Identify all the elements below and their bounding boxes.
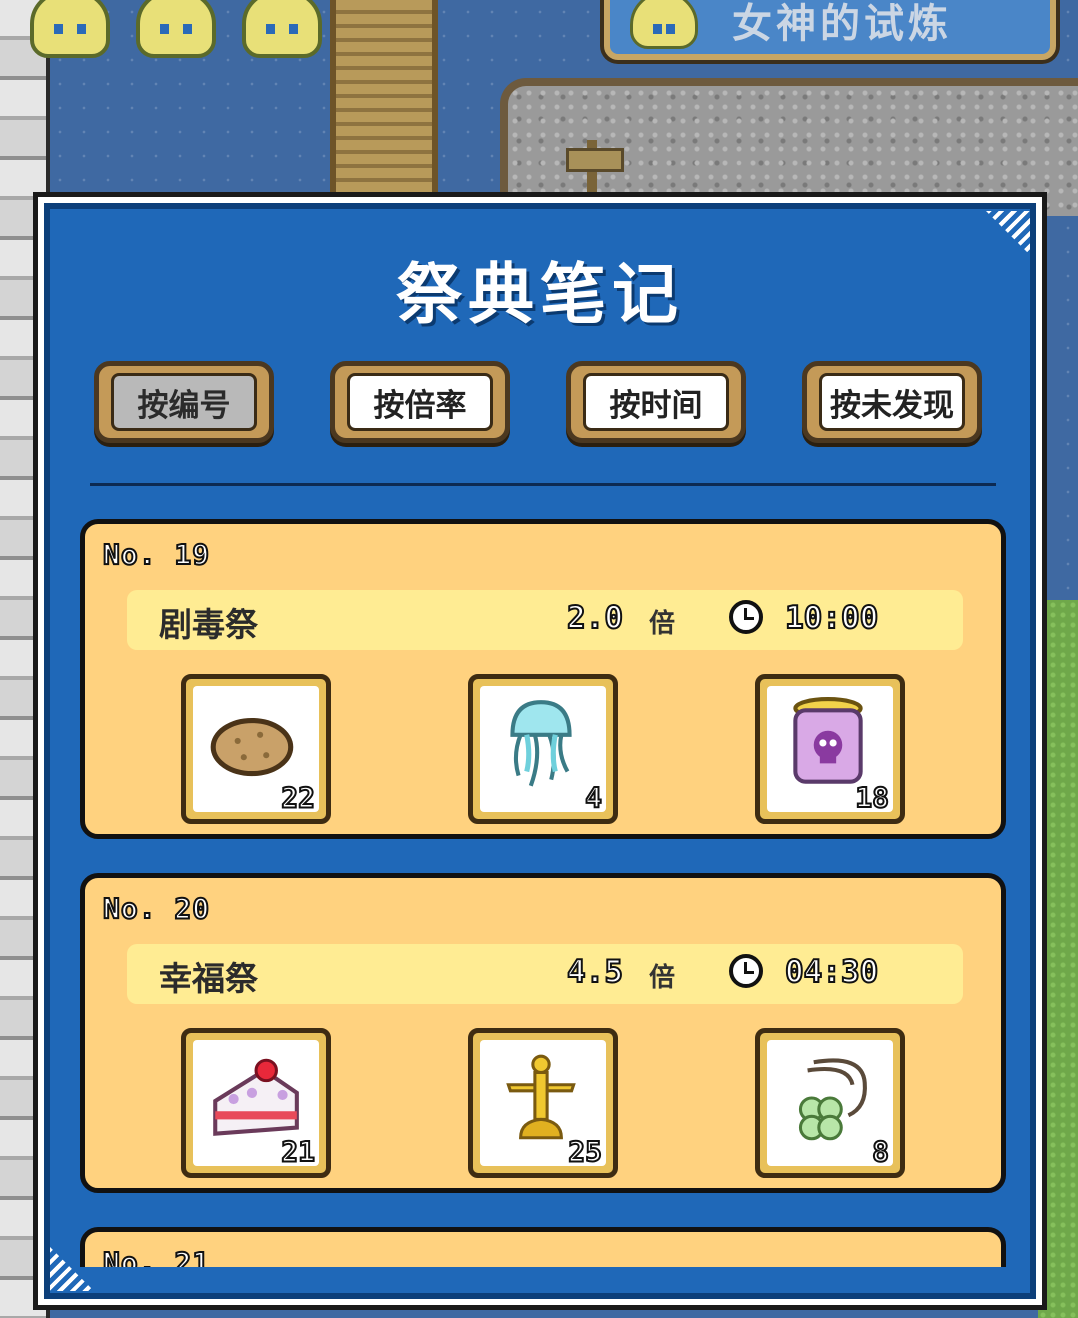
panel-title: 祭典笔记: [396, 256, 684, 333]
party-member-avatar: [242, 0, 322, 58]
party-member-avatar: [136, 0, 216, 58]
festival-time: 04:30: [784, 953, 879, 991]
festival-card[interactable]: No. 20 幸福祭 4.5 倍 04:30 21 25 8: [80, 873, 1006, 1193]
festival-name: 幸福祭: [159, 959, 258, 998]
sort-button-label: 按编号: [111, 373, 257, 431]
item-slot[interactable]: 25: [468, 1028, 618, 1178]
festival-notes-panel: 祭典笔记 按编号 按倍率 按时间 按未发现 No. 19 剧毒祭 2.0 倍 1…: [38, 197, 1042, 1305]
required-items: 21 25 8: [181, 1028, 911, 1182]
quest-banner-avatar: [630, 0, 698, 49]
quest-banner-title: 女神的试炼: [732, 1, 952, 47]
sort-by-multiplier-button[interactable]: 按倍率: [330, 361, 510, 443]
clock-icon: [729, 600, 763, 634]
quest-banner[interactable]: 女神的试炼: [604, 0, 1056, 60]
festival-name: 剧毒祭: [159, 605, 258, 644]
item-quantity: 18: [854, 781, 890, 813]
sort-button-label: 按未发现: [819, 373, 965, 431]
signpost-icon: [566, 140, 624, 192]
sort-by-time-button[interactable]: 按时间: [566, 361, 746, 443]
festival-number: No. 19: [102, 537, 211, 572]
festival-number: No. 20: [102, 891, 211, 926]
clover-necklace-icon: [798, 1058, 867, 1141]
multiplier-unit: 倍: [649, 609, 676, 639]
item-quantity: 25: [567, 1135, 603, 1167]
item-slot[interactable]: 22: [181, 674, 331, 824]
sort-button-label: 按时间: [583, 373, 729, 431]
festival-info-bar: 幸福祭 4.5 倍 04:30: [127, 944, 963, 1004]
item-quantity: 22: [280, 781, 316, 813]
festival-time: 10:00: [784, 599, 879, 637]
grass-area: [1038, 600, 1078, 1318]
festival-info-bar: 剧毒祭 2.0 倍 10:00: [127, 590, 963, 650]
item-slot[interactable]: 21: [181, 1028, 331, 1178]
clock-icon: [729, 954, 763, 988]
wooden-bridge: [330, 0, 438, 205]
multiplier-unit: 倍: [649, 963, 676, 993]
item-slot[interactable]: 18: [755, 674, 905, 824]
item-quantity: 21: [280, 1135, 316, 1167]
sort-button-label: 按倍率: [347, 373, 493, 431]
item-slot[interactable]: 4: [468, 674, 618, 824]
required-items: 22 4 18: [181, 674, 911, 828]
festival-list[interactable]: No. 19 剧毒祭 2.0 倍 10:00 22 4 18 No. 20 幸福…: [80, 519, 1006, 1267]
sort-bar: 按编号 按倍率 按时间 按未发现: [94, 361, 994, 449]
festival-multiplier: 4.5: [566, 953, 624, 991]
festival-card[interactable]: No. 19 剧毒祭 2.0 倍 10:00 22 4 18: [80, 519, 1006, 839]
party-member-avatar: [30, 0, 110, 58]
sort-by-undiscovered-button[interactable]: 按未发现: [802, 361, 982, 443]
item-quantity: 4: [584, 781, 603, 813]
festival-number: No. 21: [102, 1245, 211, 1267]
festival-card[interactable]: No. 21: [80, 1227, 1006, 1267]
item-slot[interactable]: 8: [755, 1028, 905, 1178]
item-quantity: 8: [871, 1135, 890, 1167]
sort-by-number-button[interactable]: 按编号: [94, 361, 274, 443]
party-members: [30, 0, 322, 58]
jellyfish-icon: [510, 700, 572, 787]
divider: [90, 483, 996, 486]
festival-multiplier: 2.0: [566, 599, 624, 637]
